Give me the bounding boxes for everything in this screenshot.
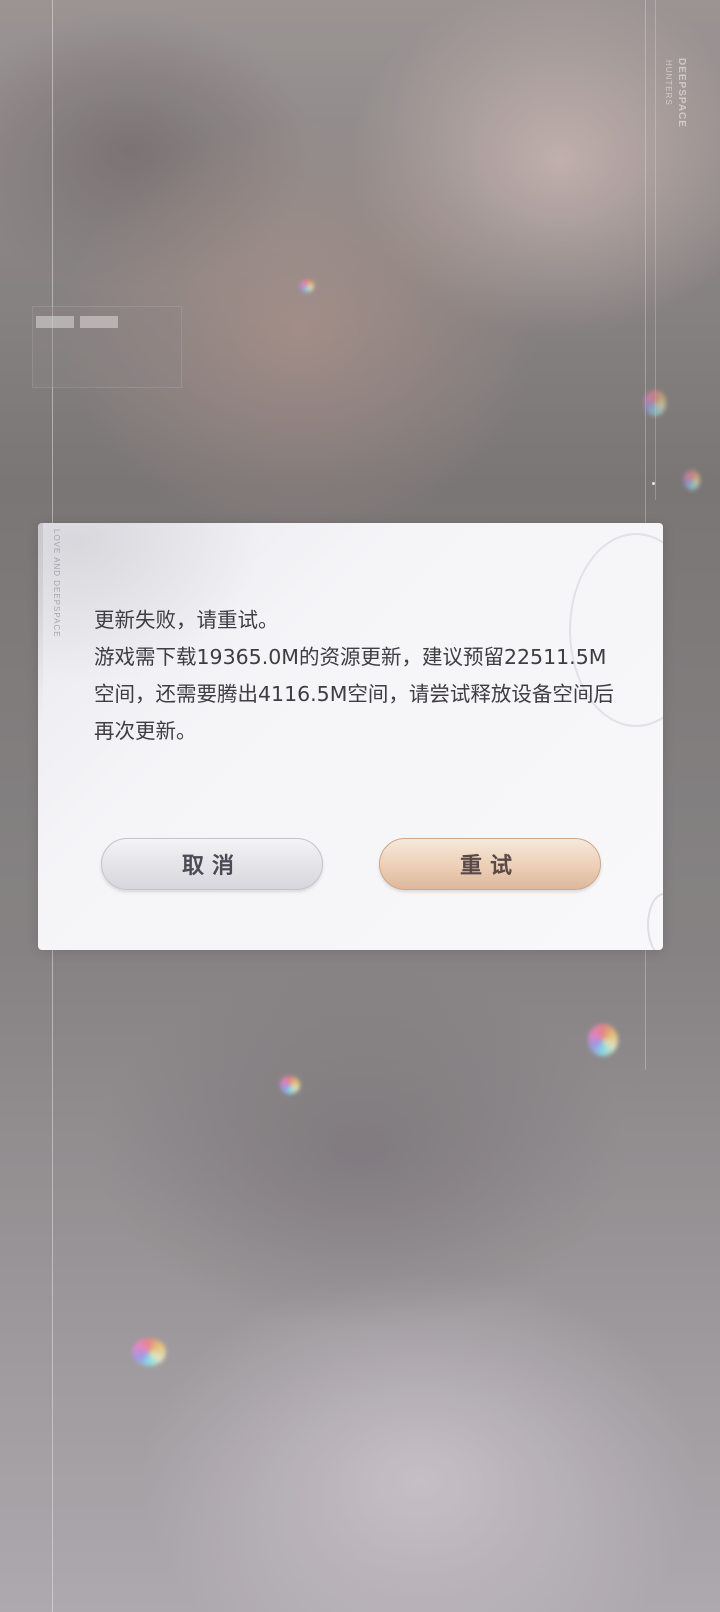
cancel-button[interactable]: 取消 — [101, 838, 323, 890]
dialog-brand-vertical: LOVE AND DEEPSPACE — [52, 529, 61, 638]
dialog-message: 更新失败，请重试。 游戏需下载19365.0M的资源更新，建议预留22511.5… — [94, 602, 624, 750]
dialog-message-title: 更新失败，请重试。 — [94, 608, 279, 632]
cancel-button-label: 取消 — [181, 853, 242, 879]
dialog-decorative-arc — [647, 893, 663, 950]
retry-button[interactable]: 重试 — [379, 838, 601, 890]
dialog-edge-accent — [38, 523, 43, 723]
retry-button-label: 重试 — [459, 853, 520, 879]
dialog-message-body: 游戏需下载19365.0M的资源更新，建议预留22511.5M空间，还需要腾出4… — [94, 645, 614, 743]
update-failed-dialog: LOVE AND DEEPSPACE 更新失败，请重试。 游戏需下载19365.… — [38, 523, 663, 950]
